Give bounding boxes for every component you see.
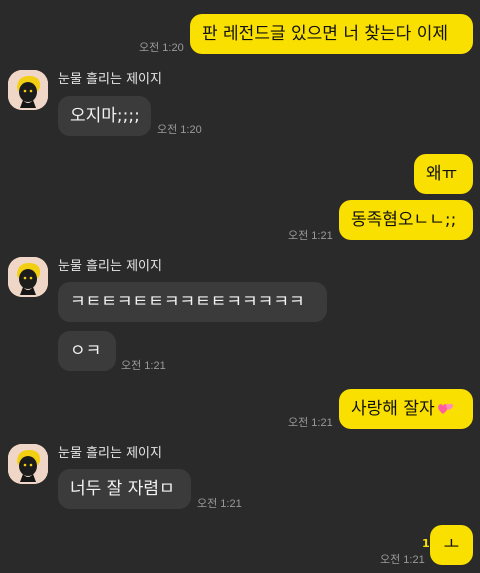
chat-screen: 판 레전드글 있으면 너 찾는다 이제 오전 1:20 눈물 흘리는 제이지 오…	[0, 0, 480, 573]
avatar-icon	[8, 257, 48, 297]
incoming-message[interactable]: 너두 잘 자렴ㅁ	[58, 469, 191, 509]
message-time: 오전 1:21	[121, 360, 166, 372]
unread-count: 1	[422, 537, 430, 550]
avatar[interactable]	[8, 70, 48, 110]
avatar-icon	[8, 70, 48, 110]
avatar[interactable]	[8, 444, 48, 484]
incoming-message[interactable]: ㅇㅋ	[58, 331, 116, 371]
message-time: 오전 1:20	[157, 124, 202, 136]
message-time: 오전 1:21	[288, 417, 333, 429]
incoming-message[interactable]: ㅋㅌㅌㅋㅌㅌㅋㅋㅌㅌㅋㅋㅋㅋㅋ	[58, 282, 327, 322]
incoming-message[interactable]: 오지마;;;;	[58, 96, 151, 136]
outgoing-message[interactable]: 동족혐오ㄴㄴ;;	[339, 200, 473, 240]
message-time: 오전 1:21	[288, 230, 333, 242]
sender-name: 눈물 흘리는 제이지	[58, 446, 162, 461]
message-time: 오전 1:21	[197, 498, 242, 510]
outgoing-message[interactable]: 판 레전드글 있으면 너 찾는다 이제	[190, 14, 473, 54]
message-time: 오전 1:20	[139, 42, 184, 54]
avatar[interactable]	[8, 257, 48, 297]
sender-name: 눈물 흘리는 제이지	[58, 72, 162, 87]
outgoing-message[interactable]: 사랑해 잘자	[339, 389, 473, 429]
outgoing-message[interactable]: ㅗ	[430, 525, 473, 565]
two-hearts-icon	[437, 400, 455, 416]
outgoing-message[interactable]: 왜ㅠ	[414, 154, 473, 194]
message-time: 오전 1:21	[380, 554, 425, 566]
sender-name: 눈물 흘리는 제이지	[58, 259, 162, 274]
message-text: 사랑해 잘자	[351, 399, 435, 419]
avatar-icon	[8, 444, 48, 484]
